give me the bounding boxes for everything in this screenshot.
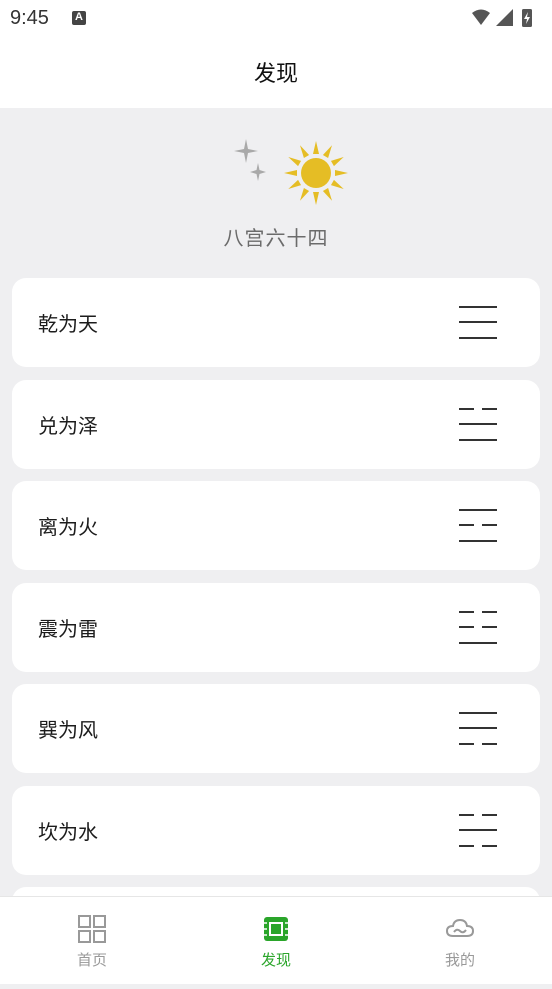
yang-line	[459, 509, 497, 511]
nav-item-mine[interactable]: 我的	[368, 897, 552, 984]
yang-line	[459, 540, 497, 542]
trigram-icon	[459, 813, 497, 848]
chip-icon	[264, 917, 288, 941]
trigram-icon	[459, 306, 497, 340]
list-item[interactable]: 乾为天	[12, 278, 540, 367]
item-label: 离为火	[38, 515, 98, 539]
yin-line	[459, 743, 497, 745]
nav-item-discover[interactable]: 发现	[184, 897, 368, 984]
star-icon	[250, 163, 266, 181]
yang-line	[459, 438, 497, 441]
yang-line	[459, 337, 497, 339]
item-label: 坎为水	[38, 819, 98, 844]
day-night-icon	[221, 139, 348, 205]
cloud-icon	[445, 918, 475, 937]
yang-line	[459, 727, 497, 729]
item-label: 震为雷	[38, 616, 98, 641]
trigram-icon	[459, 407, 497, 442]
trigram-icon	[459, 610, 497, 645]
yang-line	[459, 422, 497, 425]
yin-line	[459, 625, 497, 628]
list-item[interactable]: 离为火	[12, 481, 540, 570]
nav-label-home: 首页	[76, 951, 107, 969]
nav-label-mine: 我的	[444, 951, 475, 969]
bottom-nav: 首页 发现 我的	[0, 896, 552, 984]
nav-label-discover: 发现	[260, 951, 291, 969]
list-item[interactable]: 坎为水	[12, 785, 540, 875]
list-item[interactable]: 兑为泽	[12, 379, 540, 469]
trigram-icon	[459, 712, 497, 746]
yang-line	[459, 641, 497, 644]
star-icon	[234, 139, 258, 163]
yang-line	[459, 828, 497, 831]
list-item[interactable]: 巽为风	[12, 684, 540, 773]
yin-line	[459, 610, 497, 613]
status-time: 9:45	[10, 7, 49, 29]
item-label: 乾为天	[38, 312, 98, 336]
trigram-icon	[459, 509, 497, 543]
list-item[interactable]: 震为雷	[12, 582, 540, 672]
accessibility-icon	[72, 11, 86, 25]
yin-line	[459, 407, 497, 410]
item-label: 巽为风	[38, 718, 98, 742]
yin-line	[459, 813, 497, 816]
yang-line	[459, 306, 497, 308]
hexagram-list: 乾为天 兑为泽 离为火 震为雷 巽为风 坎为水	[12, 278, 540, 989]
status-icons	[472, 9, 532, 27]
nav-item-home[interactable]: 首页	[0, 897, 184, 984]
yang-line	[459, 321, 497, 323]
yang-line	[459, 712, 497, 714]
yin-line	[459, 524, 497, 526]
grid-icon	[78, 915, 106, 943]
item-label: 兑为泽	[38, 413, 98, 438]
sun-icon	[284, 141, 348, 205]
signal-icon	[496, 9, 513, 26]
status-bar: 9:45	[0, 0, 552, 36]
page-title: 发现	[253, 62, 298, 87]
wifi-icon	[472, 9, 490, 25]
hero-title: 八宫六十四	[223, 226, 329, 250]
header: 发现	[0, 36, 552, 108]
yin-line	[459, 844, 497, 847]
